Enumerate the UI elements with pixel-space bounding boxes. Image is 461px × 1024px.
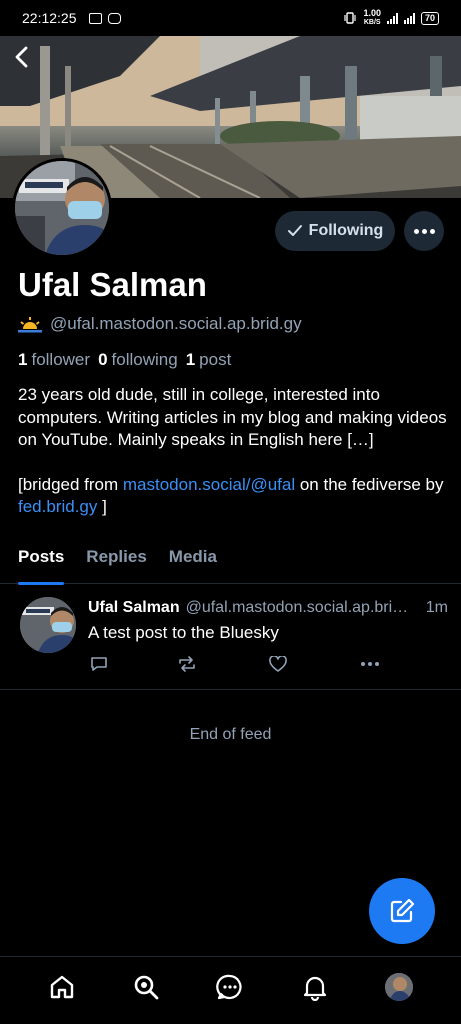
chevron-left-icon [15, 46, 28, 68]
heart-icon [269, 655, 287, 672]
avatar-image [15, 161, 109, 255]
bio-link-mastodon[interactable]: mastodon.social/@ufal [123, 475, 295, 494]
post-timestamp: 1m [425, 599, 448, 616]
bell-icon [303, 976, 326, 1001]
reply-icon [91, 657, 107, 671]
tab-posts[interactable]: Posts [18, 540, 65, 585]
bio-bridged-note: [bridged from mastodon.social/@ufal on t… [18, 474, 444, 517]
home-icon [50, 975, 74, 998]
checkmark-icon [287, 225, 302, 236]
profile-stats: 1 follower 0 following 1 post [18, 350, 231, 370]
search-icon [134, 975, 159, 999]
bio-text: 23 years old dude, still in college, int… [18, 385, 447, 449]
post-avatar-image [20, 597, 76, 653]
repost-button[interactable] [176, 653, 198, 675]
sunrise-icon [18, 317, 42, 333]
nav-chat[interactable] [213, 970, 247, 1004]
post-author-avatar[interactable] [20, 597, 76, 653]
nav-profile[interactable] [382, 970, 416, 1004]
compose-icon [390, 898, 415, 923]
network-speed: 1.00 KB/S [363, 8, 381, 27]
following-button-label: Following [308, 222, 384, 239]
post-actions [88, 653, 388, 675]
mastodon-notification-icon [107, 12, 121, 24]
post-header: Ufal Salman @ufal.mastodon.social.ap.bri… [88, 599, 448, 617]
post-text: A test post to the Bluesky [88, 623, 279, 642]
profile-avatar[interactable] [12, 158, 112, 258]
ellipsis-icon [361, 662, 379, 666]
post-more-button[interactable] [359, 653, 381, 675]
profile-avatar-icon [384, 972, 413, 1001]
profile-handle: @ufal.mastodon.social.ap.brid.gy [50, 314, 302, 333]
following-button[interactable]: Following [275, 211, 395, 251]
posts-stat: 1 post [185, 350, 232, 369]
following-stat[interactable]: 0 following [98, 350, 178, 370]
bottom-navigation [0, 956, 461, 1024]
chat-icon [216, 974, 243, 999]
nav-profile-avatar [384, 972, 413, 1001]
vibrate-icon [344, 12, 357, 24]
end-of-feed-label: End of feed [189, 726, 272, 743]
repost-icon [179, 656, 195, 672]
status-time: 22:12:25 [22, 10, 77, 26]
tab-replies[interactable]: Replies [86, 540, 146, 584]
signal-icon [386, 12, 398, 24]
signal-4g-icon [403, 12, 415, 24]
post-author-handle: @ufal.mastodon.social.ap.bri… [185, 599, 409, 616]
feed-post[interactable]: Ufal Salman @ufal.mastodon.social.ap.bri… [0, 585, 461, 690]
nav-notifications[interactable] [298, 970, 332, 1004]
profile-bio: 23 years old dude, still in college, int… [18, 384, 448, 519]
compose-post-button[interactable] [369, 878, 435, 944]
reply-button[interactable] [88, 653, 110, 675]
like-button[interactable] [267, 653, 289, 675]
profile-display-name: Ufal Salman [18, 266, 207, 303]
bio-link-bridgy[interactable]: fed.brid.gy [18, 497, 97, 516]
post-author-name[interactable]: Ufal Salman [88, 599, 180, 617]
nav-home[interactable] [45, 970, 79, 1004]
followers-stat[interactable]: 1 follower [18, 350, 90, 370]
more-options-button[interactable] [404, 211, 444, 251]
profile-tabs: Posts Replies Media [0, 540, 461, 585]
back-button[interactable] [8, 44, 34, 70]
status-bar: 22:12:25 1.00 KB/S 70 [0, 0, 461, 36]
battery-indicator: 70 [420, 11, 439, 25]
nav-search[interactable] [129, 970, 163, 1004]
mail-notification-icon [88, 12, 102, 24]
ellipsis-icon [413, 228, 419, 234]
tab-media[interactable]: Media [169, 540, 217, 584]
profile-handle-row: @ufal.mastodon.social.ap.brid.gy [18, 314, 302, 334]
